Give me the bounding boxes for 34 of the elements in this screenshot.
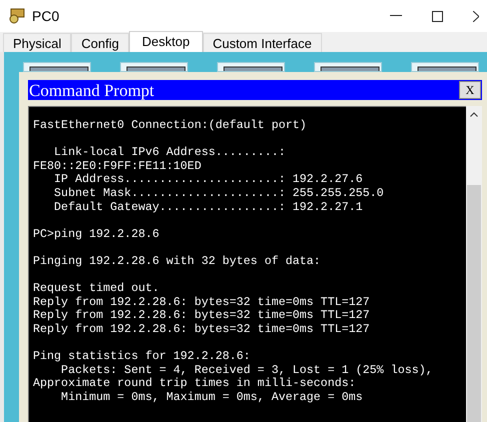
desktop-icon[interactable]	[411, 62, 479, 72]
terminal-line: Packets: Sent = 4, Received = 3, Lost = 1 (25% loss),	[60, 364, 433, 378]
tab[interactable]: Physical	[3, 33, 72, 52]
terminal-line: Reply from 192.2.28.6: bytes=32 time=0ms TTL=127	[33, 322, 370, 336]
desktop-icon[interactable]	[217, 62, 285, 72]
terminal-line: Reply from 192.2.28.6: bytes=32 time=0ms TTL=127	[33, 309, 370, 323]
pc-icon	[8, 8, 26, 24]
tab[interactable]: Config	[71, 33, 129, 52]
maximize-icon[interactable]	[432, 10, 443, 22]
terminal-line: PC>ping 192.2.28.6	[33, 228, 160, 242]
command-prompt-title: Command Prompt	[29, 82, 156, 98]
terminal-line: Minimum = 0ms, Maximum = 0ms, Average = 0ms	[60, 390, 363, 404]
scrollbar[interactable]	[466, 106, 482, 422]
desktop-icon[interactable]	[120, 62, 188, 72]
desktop-icon[interactable]	[23, 62, 91, 72]
terminal-line: Approximate round trip times in milli-seconds:	[33, 377, 356, 391]
window-title: PC0	[32, 6, 60, 26]
terminal-line: IP Address......................: 192.2.27.6	[53, 173, 363, 187]
tab[interactable]: Custom Interface	[202, 33, 322, 52]
scrollbar-thumb[interactable]	[467, 185, 481, 422]
minimize-icon[interactable]	[390, 15, 402, 17]
terminal-line: Default Gateway.................: 192.2.27.1	[53, 200, 363, 214]
terminal-line: Ping statistics for 192.2.28.6:	[33, 350, 250, 364]
terminal-line: Pinging 192.2.28.6 with 32 bytes of data:	[33, 254, 321, 269]
terminal-line: FastEthernet0 Connection:(default port)	[33, 119, 307, 133]
close-button[interactable]: X	[459, 81, 481, 99]
terminal-line: Subnet Mask.....................: 255.255.255.0	[53, 186, 384, 201]
desktop-icon[interactable]	[314, 62, 382, 72]
terminal-line: Reply from 192.2.28.6: bytes=32 time=0ms TTL=127	[33, 296, 370, 310]
tab[interactable]: Desktop	[129, 31, 203, 52]
terminal-line: Link-local IPv6 Address.........:	[53, 146, 286, 160]
terminal-line: Request timed out.	[33, 282, 160, 296]
terminal-line: FE80::2E0:F9FF:FE11:10ED	[33, 160, 202, 174]
scroll-up-icon[interactable]	[470, 112, 478, 117]
